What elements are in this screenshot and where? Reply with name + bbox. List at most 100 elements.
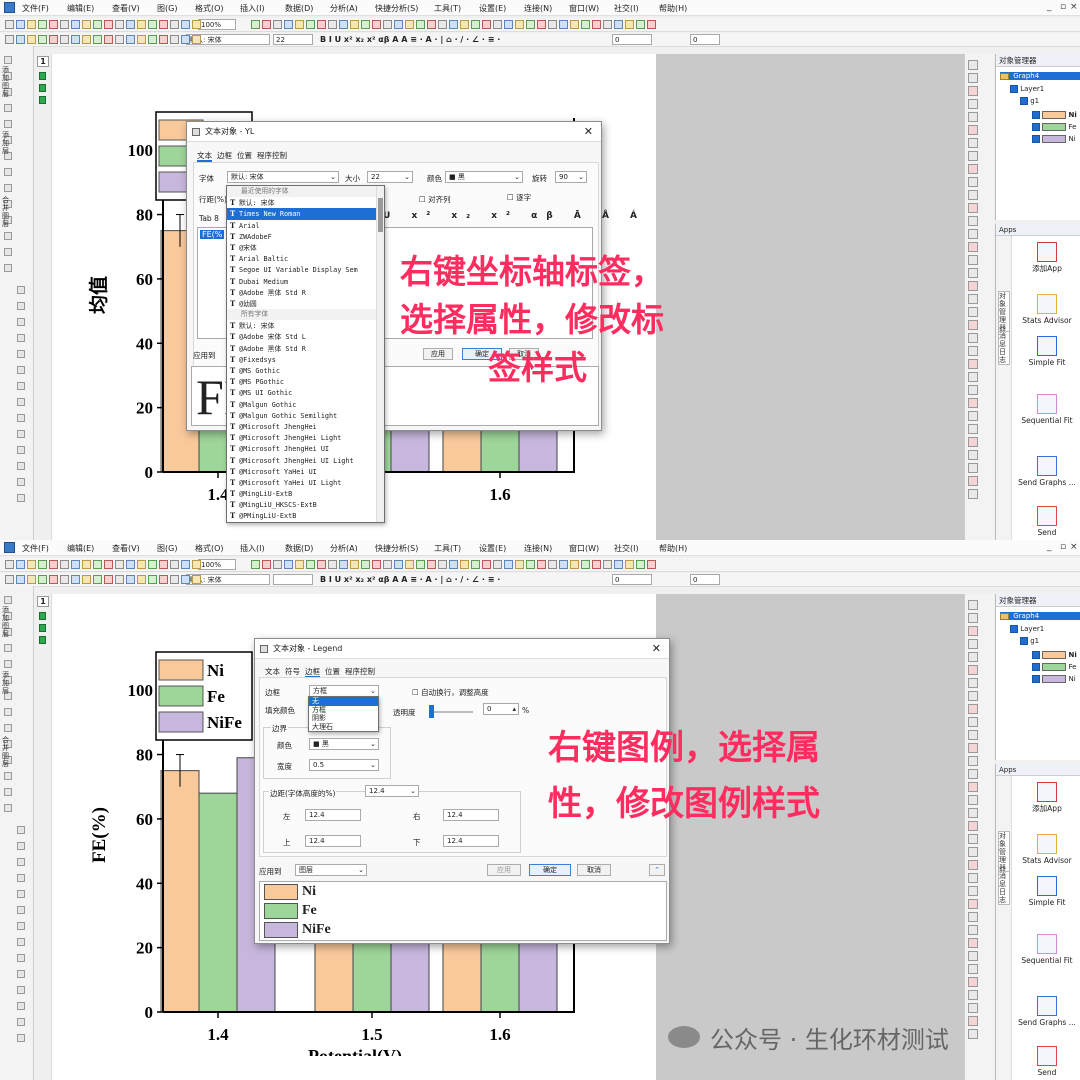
- tab-3[interactable]: 程序控制: [257, 151, 287, 160]
- tool-icon[interactable]: [968, 977, 978, 987]
- toolbar-icon[interactable]: [295, 560, 304, 569]
- toolbar-icon[interactable]: [449, 20, 458, 29]
- toolbar-icon[interactable]: [625, 20, 634, 29]
- menu-item[interactable]: 图(G): [157, 3, 177, 14]
- toolbar-icon[interactable]: [104, 20, 113, 29]
- toolbar-icon[interactable]: [372, 20, 381, 29]
- tab-1[interactable]: 边框: [217, 151, 232, 160]
- menu-item[interactable]: 社交(I): [614, 3, 639, 14]
- tab-4[interactable]: 程序控制: [345, 667, 375, 676]
- tool-icon[interactable]: [17, 302, 25, 310]
- tool-icon[interactable]: [17, 890, 25, 898]
- font-list-item[interactable]: T @Microsoft YaHei UI Light: [227, 477, 384, 488]
- toolbar-icon[interactable]: [284, 20, 293, 29]
- toolbar-icon[interactable]: [438, 560, 447, 569]
- tab-0[interactable]: 文本: [265, 667, 280, 676]
- side-tab[interactable]: 消息日志: [998, 331, 1010, 365]
- toolbar-icon[interactable]: [317, 20, 326, 29]
- toolbar-icon[interactable]: [636, 560, 645, 569]
- toolbar-icon[interactable]: [27, 575, 36, 584]
- tool-icon[interactable]: [4, 56, 12, 64]
- left-tool-label[interactable]: 添加层: [2, 131, 11, 155]
- zoom-combo[interactable]: 100%: [198, 559, 236, 570]
- toolbar-icon[interactable]: [636, 20, 645, 29]
- tool-icon[interactable]: [968, 600, 978, 610]
- tool-icon[interactable]: [968, 665, 978, 675]
- toolbar-icon[interactable]: [137, 575, 146, 584]
- tree-layer[interactable]: Layer1: [1010, 85, 1044, 93]
- app-sequential-fit[interactable]: Sequential Fit: [1014, 934, 1080, 965]
- apply-to-select[interactable]: 图层 ⌄: [295, 864, 367, 876]
- tab-2[interactable]: 位置: [237, 151, 252, 160]
- tool-icon[interactable]: [968, 834, 978, 844]
- tool-icon[interactable]: [968, 138, 978, 148]
- toolbar-icon[interactable]: [592, 560, 601, 569]
- toolbar-icon[interactable]: [16, 35, 25, 44]
- tool-icon[interactable]: [968, 886, 978, 896]
- toolbar-icon[interactable]: [416, 20, 425, 29]
- toolbar-icon[interactable]: [82, 560, 91, 569]
- tool-icon[interactable]: [968, 307, 978, 317]
- tool-icon[interactable]: [17, 318, 25, 326]
- tool-icon[interactable]: [17, 1034, 25, 1042]
- left-tool-label[interactable]: 添加图层: [2, 66, 11, 98]
- left-tool-label[interactable]: 合并图层: [2, 736, 11, 768]
- toolbar-icon[interactable]: [625, 560, 634, 569]
- tool-icon[interactable]: [968, 873, 978, 883]
- menu-item[interactable]: 格式(O): [195, 543, 224, 554]
- font-list-item[interactable]: T Arial: [227, 220, 384, 231]
- toolbar-icon[interactable]: [504, 20, 513, 29]
- toolbar-icon[interactable]: [60, 560, 69, 569]
- tree-layer[interactable]: Layer1: [1010, 625, 1044, 633]
- tool-icon[interactable]: [968, 730, 978, 740]
- menu-item[interactable]: 数据(D): [285, 543, 313, 554]
- color-select[interactable]: ■ 黑 ⌄: [445, 171, 523, 183]
- app-send-graphs-[interactable]: Send Graphs ...: [1014, 996, 1080, 1027]
- font-list-item[interactable]: T 默认: 宋体: [227, 320, 384, 331]
- tool-icon[interactable]: [968, 951, 978, 961]
- tool-icon[interactable]: [968, 86, 978, 96]
- toolbar-icon[interactable]: [350, 20, 359, 29]
- toolbar-icon[interactable]: [251, 20, 260, 29]
- tool-icon[interactable]: [17, 970, 25, 978]
- toolbar-icon[interactable]: [115, 575, 124, 584]
- toolbar-icon[interactable]: [273, 20, 282, 29]
- toolbar-icon[interactable]: [60, 20, 69, 29]
- tool-icon[interactable]: [4, 168, 12, 176]
- left-tool-label[interactable]: 合并图层: [2, 196, 11, 228]
- restore-icon[interactable]: ▫: [1060, 542, 1066, 552]
- tree-graph[interactable]: Graph4: [1000, 72, 1080, 80]
- toolbar-icon[interactable]: [49, 575, 58, 584]
- line-width-combo[interactable]: 0: [612, 34, 652, 45]
- dialog-tabs[interactable]: 文本 符号 边框 位置 程序控制: [265, 666, 380, 678]
- tool-icon[interactable]: [968, 1016, 978, 1026]
- dialog-tabs[interactable]: 文本 边框 位置 程序控制: [197, 150, 292, 162]
- layer-lock-icon[interactable]: [39, 612, 46, 620]
- font-list-item[interactable]: T @MS UI Gothic: [227, 387, 384, 398]
- tool-icon[interactable]: [968, 359, 978, 369]
- side-tab[interactable]: 对象管理器: [998, 291, 1010, 333]
- toolbar-icon[interactable]: [482, 560, 491, 569]
- toolbar-icon[interactable]: [137, 35, 146, 44]
- tree-plot-item[interactable]: Fe: [1032, 123, 1076, 131]
- tool-icon[interactable]: [968, 177, 978, 187]
- toolbar-icon[interactable]: [148, 575, 157, 584]
- checkbox-icon[interactable]: [1020, 97, 1028, 105]
- close-icon[interactable]: ✕: [652, 639, 661, 659]
- toolbar-icon[interactable]: [137, 20, 146, 29]
- menu-item[interactable]: 工具(T): [434, 543, 461, 554]
- menu-item[interactable]: 插入(I): [240, 543, 265, 554]
- y-axis-title[interactable]: FE(%): [89, 807, 110, 863]
- right-input[interactable]: 12.4: [443, 809, 499, 821]
- app-send[interactable]: Send: [1014, 506, 1080, 537]
- layer-lock-icon[interactable]: [39, 72, 46, 80]
- menu-item[interactable]: 快捷分析(S): [375, 543, 418, 554]
- checkbox-icon[interactable]: [1032, 663, 1040, 671]
- cancel-button[interactable]: 取消: [577, 864, 611, 876]
- top-input[interactable]: 12.4: [305, 835, 361, 847]
- toolbar-icon[interactable]: [5, 35, 14, 44]
- font-list-item[interactable]: T @Adobe 宋体 Std L: [227, 331, 384, 342]
- auto-wrap-checkbox[interactable]: ☐ 自动换行，调整高度: [412, 687, 489, 698]
- tool-icon[interactable]: [968, 112, 978, 122]
- menu-item[interactable]: 社交(I): [614, 543, 639, 554]
